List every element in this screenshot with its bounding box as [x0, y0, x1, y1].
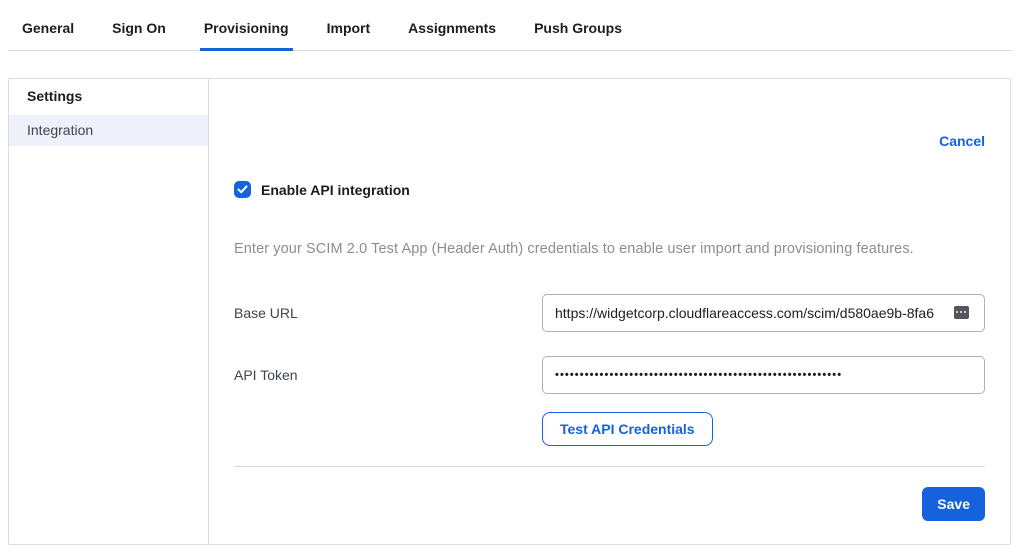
enable-api-row: Enable API integration — [234, 181, 985, 198]
base-url-input[interactable] — [542, 294, 985, 332]
tab-provisioning[interactable]: Provisioning — [200, 20, 293, 51]
tab-general[interactable]: General — [18, 20, 78, 51]
save-row: Save — [234, 487, 985, 521]
base-url-input-wrap — [542, 294, 985, 332]
tab-sign-on[interactable]: Sign On — [108, 20, 170, 51]
settings-sidebar: Settings Integration — [9, 79, 209, 544]
text-overflow-indicator — [954, 306, 969, 319]
tab-assignments[interactable]: Assignments — [404, 20, 500, 51]
app-tab-bar: General Sign On Provisioning Import Assi… — [0, 0, 1021, 51]
tab-push-groups[interactable]: Push Groups — [530, 20, 626, 51]
footer-divider — [234, 466, 985, 467]
sidebar-item-integration[interactable]: Integration — [9, 115, 208, 146]
save-button[interactable]: Save — [922, 487, 985, 521]
test-api-credentials-button[interactable]: Test API Credentials — [542, 412, 713, 446]
enable-api-label[interactable]: Enable API integration — [261, 182, 410, 198]
base-url-row: Base URL — [234, 294, 985, 332]
api-token-row: API Token — [234, 356, 985, 394]
api-token-label: API Token — [234, 356, 542, 394]
cancel-button[interactable]: Cancel — [939, 133, 985, 149]
base-url-label: Base URL — [234, 294, 542, 332]
enable-api-checkbox[interactable] — [234, 181, 251, 198]
integration-settings-form: Cancel Enable API integration Enter your… — [209, 79, 1010, 544]
api-token-input-wrap — [542, 356, 985, 394]
api-token-input[interactable] — [542, 356, 985, 394]
tab-import[interactable]: Import — [323, 20, 375, 51]
provisioning-panel: Settings Integration Cancel Enable API i… — [8, 78, 1011, 545]
check-icon — [237, 185, 248, 194]
credentials-description: Enter your SCIM 2.0 Test App (Header Aut… — [234, 241, 985, 257]
sidebar-heading: Settings — [9, 79, 208, 115]
test-credentials-row: Test API Credentials — [234, 412, 985, 446]
form-header-row: Cancel — [234, 79, 985, 149]
